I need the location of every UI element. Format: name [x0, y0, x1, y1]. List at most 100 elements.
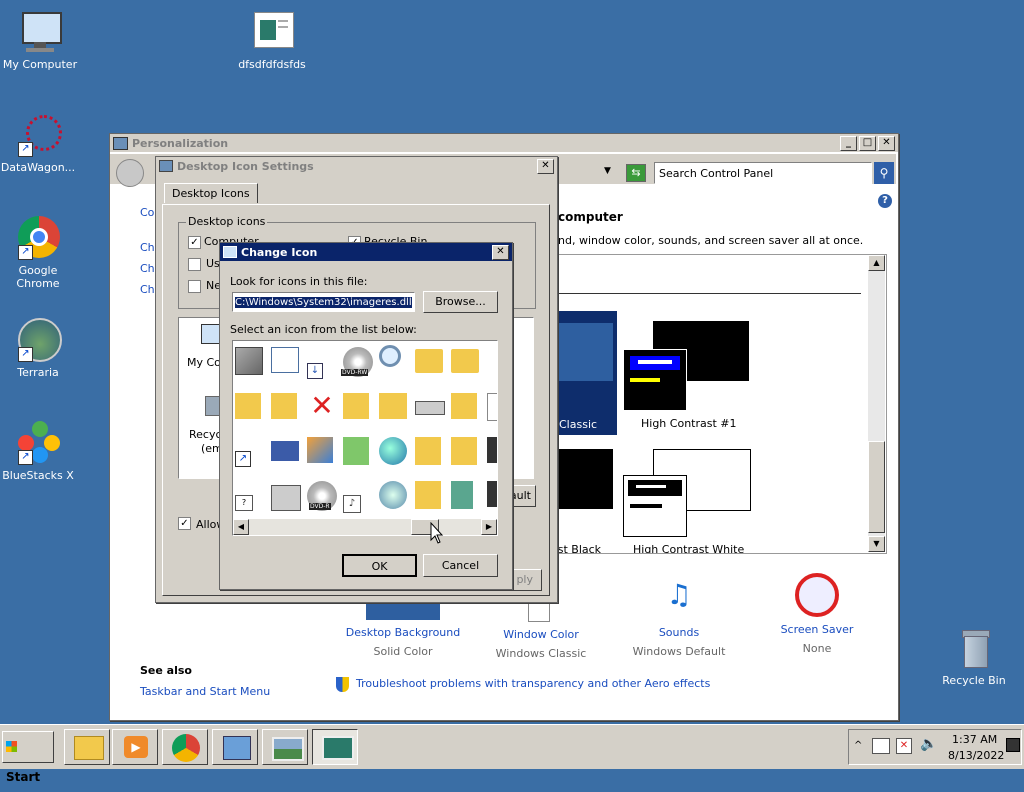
minimize-button[interactable]: _: [840, 135, 857, 151]
taskbar-control-panel-button[interactable]: [212, 729, 258, 765]
search-icon[interactable]: ⚲: [874, 162, 894, 184]
film-strip-icon[interactable]: [487, 437, 497, 463]
show-hidden-icons-icon[interactable]: ^: [854, 740, 862, 751]
dvd-r-icon[interactable]: DVD-R: [307, 481, 337, 511]
red-x-icon[interactable]: ✕: [307, 391, 337, 421]
desktop-icon-my-computer[interactable]: My Computer: [0, 10, 80, 71]
show-desktop-icon[interactable]: [1006, 738, 1020, 752]
volume-icon[interactable]: 🔈: [920, 736, 937, 752]
theme-high-contrast-1[interactable]: High Contrast #1: [623, 319, 763, 435]
theme-classic[interactable]: Classic: [551, 311, 617, 435]
desktop-icon-label: DataWagon...: [0, 161, 76, 174]
cancel-button[interactable]: Cancel: [423, 554, 498, 577]
search-input[interactable]: Search Control Panel: [654, 162, 872, 184]
user-files-checkbox[interactable]: [188, 258, 201, 271]
close-button[interactable]: ✕: [492, 244, 509, 260]
display-icon: [322, 736, 354, 760]
close-button[interactable]: ✕: [537, 158, 554, 174]
add-media-icon[interactable]: [379, 481, 407, 509]
clock-time[interactable]: 1:37 AM: [952, 733, 997, 746]
help-icon[interactable]: ?: [878, 194, 892, 208]
taskbar-photo-button[interactable]: [262, 729, 308, 765]
theme-high-contrast-black[interactable]: ast Black: [551, 447, 623, 553]
look-for-label: Look for icons in this file:: [230, 275, 368, 288]
computer-checkbox[interactable]: ✓: [188, 236, 201, 249]
folder-user-icon[interactable]: [451, 393, 477, 419]
theme-high-contrast-white[interactable]: High Contrast White: [623, 447, 763, 553]
book-icon[interactable]: [451, 481, 473, 509]
shortcut-overlay-icon[interactable]: ↗: [235, 451, 251, 467]
scroll-down-button[interactable]: ▼: [868, 536, 885, 552]
scroll-up-button[interactable]: ▲: [868, 255, 885, 271]
left-link-1[interactable]: Co: [140, 206, 154, 219]
speaker-icon[interactable]: ♪: [343, 495, 361, 513]
taskbar-explorer-button[interactable]: [64, 729, 110, 765]
back-button[interactable]: [116, 159, 144, 187]
scroll-left-button[interactable]: ◀: [233, 519, 249, 535]
allow-themes-checkbox[interactable]: ✓: [178, 517, 191, 530]
download-arrow-icon[interactable]: ↓: [307, 363, 323, 379]
desktop-icon-label: Terraria: [17, 366, 59, 379]
taskbar-personalization-button[interactable]: [312, 729, 358, 765]
file-path-value: C:\Windows\System32\imageres.dll: [235, 297, 412, 308]
network-transfer-icon[interactable]: [307, 437, 333, 463]
film-strip-icon[interactable]: [487, 481, 497, 507]
dialog-title: Change Icon: [241, 245, 318, 259]
gallery-scrollbar[interactable]: ▲ ▼: [868, 255, 885, 552]
dvd-rw-icon[interactable]: DVD-RW: [341, 347, 373, 377]
help-file-icon[interactable]: ?: [235, 495, 253, 511]
zip-folder-icon[interactable]: [343, 393, 369, 419]
partial-icon[interactable]: [487, 393, 497, 421]
maximize-button[interactable]: □: [859, 135, 876, 151]
scanner-icon[interactable]: [271, 485, 301, 511]
folder-blue-icon[interactable]: [415, 437, 441, 465]
tab-desktop-icons[interactable]: Desktop Icons: [164, 183, 258, 203]
network-tray-icon[interactable]: [872, 738, 890, 754]
item-sub: Windows Classic: [495, 647, 587, 660]
icon-grid[interactable]: ↓ DVD-RW ✕ ↗ ? DVD-R ♪ ◀ ▶: [232, 340, 498, 536]
screen-saver-item[interactable]: Screen Saver None: [754, 570, 880, 655]
taskbar-start-menu-link[interactable]: Taskbar and Start Menu: [140, 685, 270, 698]
folder-icon[interactable]: [415, 349, 443, 373]
group-label: Desktop icons: [186, 215, 268, 228]
desktop-icon-bluestacks[interactable]: ↗ BlueStacks X: [0, 421, 78, 482]
network-checkbox[interactable]: [188, 280, 201, 293]
folder-open-icon[interactable]: [235, 393, 261, 419]
folder-check-icon[interactable]: [271, 393, 297, 419]
clock-date[interactable]: 8/13/2022: [948, 749, 1004, 762]
scroll-right-button[interactable]: ▶: [481, 519, 497, 535]
users-icon[interactable]: [379, 393, 407, 419]
sounds-item[interactable]: ♫ Sounds Windows Default: [616, 570, 742, 658]
globe-icon[interactable]: [379, 437, 407, 465]
ok-button[interactable]: OK: [342, 554, 417, 577]
taskbar-media-player-button[interactable]: ▶: [112, 729, 158, 765]
checklist-icon[interactable]: [271, 347, 299, 373]
start-button[interactable]: Start: [2, 731, 54, 784]
datawagon-icon: ↗: [16, 113, 62, 157]
troubleshoot-link[interactable]: Troubleshoot problems with transparency …: [356, 677, 710, 690]
refresh-icon[interactable]: ⇆: [626, 164, 646, 182]
desktop-icon-recycle-bin[interactable]: Recycle Bin: [934, 626, 1014, 687]
green-arrow-icon[interactable]: [343, 437, 369, 465]
dropdown-arrow-icon[interactable]: ▼: [604, 166, 611, 176]
mmc-icon[interactable]: [235, 347, 263, 375]
desktop-icon-terraria[interactable]: ↗ Terraria: [0, 318, 78, 379]
folder-film-icon[interactable]: [451, 437, 477, 465]
taskbar-chrome-button[interactable]: [162, 729, 208, 765]
close-button[interactable]: ✕: [878, 135, 895, 151]
magnifier-icon[interactable]: [379, 345, 401, 367]
desktop-icon-google-chrome[interactable]: ↗ Google Chrome: [0, 216, 78, 290]
folder-download-icon[interactable]: [415, 481, 441, 509]
media-player-icon: ▶: [124, 736, 148, 758]
file-path-input[interactable]: C:\Windows\System32\imageres.dll: [232, 292, 415, 312]
folder-arrow-icon[interactable]: [451, 349, 479, 373]
disconnect-drive-icon[interactable]: [271, 441, 299, 461]
desktop-icon-label: Recycle Bin: [942, 674, 1006, 687]
browse-button[interactable]: Browse...: [423, 291, 498, 313]
icon-grid-scrollbar[interactable]: ◀ ▶: [233, 519, 497, 535]
scroll-thumb[interactable]: [868, 441, 885, 533]
desktop-icon-dfsdfdfdsfds[interactable]: dfsdfdfdsfds: [232, 10, 312, 71]
desktop-icon-datawagon[interactable]: ↗ DataWagon...: [0, 113, 78, 174]
action-center-icon[interactable]: ✕: [896, 738, 912, 754]
keyboard-icon[interactable]: [415, 401, 445, 415]
